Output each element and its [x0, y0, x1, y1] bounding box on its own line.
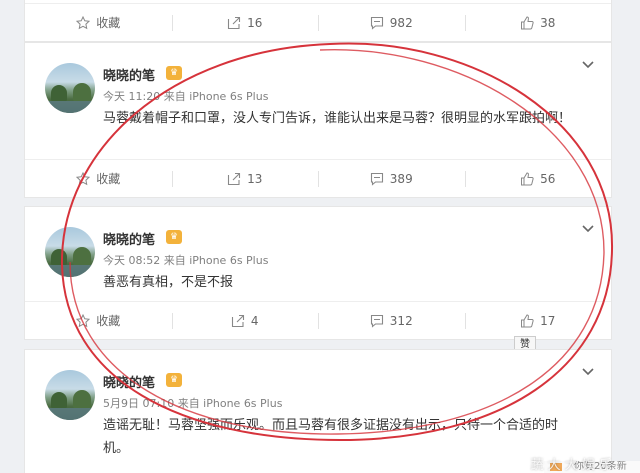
favorite-button[interactable]: 收藏 — [25, 4, 172, 41]
post-actions: 收藏 16 982 38 — [25, 3, 611, 41]
avatar[interactable] — [45, 370, 95, 420]
post-card: 晓晓的笔 ♛ 今天 08:52 来自 iPhone 6s Plus 善恶有真相，… — [24, 206, 612, 340]
post-card-previous: 收藏 16 982 38 — [24, 0, 612, 42]
comment-icon — [370, 16, 383, 30]
username-link[interactable]: 晓晓的笔 — [103, 372, 155, 391]
share-icon — [228, 16, 241, 29]
post-card: 晓晓的笔 ♛ 5月9日 07:10 来自 iPhone 6s Plus 造谣无耻… — [24, 349, 612, 473]
chevron-down-icon[interactable] — [581, 364, 595, 378]
comment-count: 982 — [389, 15, 413, 30]
post-text: 善恶有真相，不是不报 — [103, 275, 234, 290]
star-icon — [76, 171, 91, 185]
username-link[interactable]: 晓晓的笔 — [103, 229, 155, 248]
avatar[interactable] — [45, 227, 95, 277]
comment-count: 312 — [389, 313, 413, 328]
favorite-button[interactable]: 收藏 — [25, 302, 172, 339]
repost-count: 4 — [250, 313, 259, 328]
repost-button[interactable]: 4 — [171, 302, 319, 339]
post-meta: 5月9日 07:10 来自 iPhone 6s Plus — [103, 397, 283, 410]
star-icon — [76, 15, 91, 29]
star-icon — [76, 313, 91, 327]
favorite-label: 收藏 — [96, 314, 121, 328]
post-text: 造谣无耻！马蓉坚强而乐观。而且马蓉有很多证据没有出示，只待一个合适的时机。 — [103, 418, 559, 456]
like-icon — [521, 15, 534, 29]
vip-badge-icon: ♛ — [166, 230, 182, 244]
vip-badge-icon: ♛ — [166, 66, 182, 80]
like-icon — [521, 313, 534, 327]
repost-count: 13 — [247, 171, 263, 186]
comment-button[interactable]: 389 — [318, 160, 465, 197]
post-card: 晓晓的笔 ♛ 今天 11:20 来自 iPhone 6s Plus 马蓉戴着帽子… — [24, 42, 612, 198]
like-button[interactable]: 17 — [464, 302, 612, 339]
post-text: 马蓉戴着帽子和口罩，没人专门告诉，谁能认出来是马蓉？很明显的水军跟拍啊！ — [103, 111, 572, 126]
comment-icon — [370, 314, 383, 328]
comment-button[interactable]: 312 — [318, 302, 465, 339]
like-count: 38 — [540, 15, 556, 30]
share-icon — [231, 314, 244, 327]
repost-button[interactable]: 13 — [171, 160, 319, 197]
share-icon — [228, 172, 241, 185]
comment-count: 389 — [389, 171, 413, 186]
username-link[interactable]: 晓晓的笔 — [103, 65, 155, 84]
post-meta: 今天 08:52 来自 iPhone 6s Plus — [103, 254, 269, 267]
post-actions: 收藏 13 389 56 — [25, 159, 611, 197]
post-actions: 收藏 4 312 17 — [25, 301, 611, 339]
like-count: 56 — [540, 171, 556, 186]
like-button[interactable]: 38 — [464, 4, 612, 41]
avatar[interactable] — [45, 63, 95, 113]
repost-count: 16 — [247, 15, 263, 30]
like-button[interactable]: 56 — [464, 160, 612, 197]
favorite-label: 收藏 — [96, 16, 121, 30]
like-count: 17 — [540, 313, 556, 328]
chevron-down-icon[interactable] — [581, 57, 595, 71]
chevron-down-icon[interactable] — [581, 221, 595, 235]
post-meta: 今天 11:20 来自 iPhone 6s Plus — [103, 90, 269, 103]
favorite-button[interactable]: 收藏 — [25, 160, 172, 197]
like-icon — [521, 171, 534, 185]
favorite-label: 收藏 — [96, 172, 121, 186]
comment-icon — [370, 172, 383, 186]
repost-button[interactable]: 16 — [171, 4, 319, 41]
vip-badge-icon: ♛ — [166, 373, 182, 387]
comment-button[interactable]: 982 — [318, 4, 465, 41]
watermark: 蔬 大 大 娱 乐 — [530, 458, 612, 473]
